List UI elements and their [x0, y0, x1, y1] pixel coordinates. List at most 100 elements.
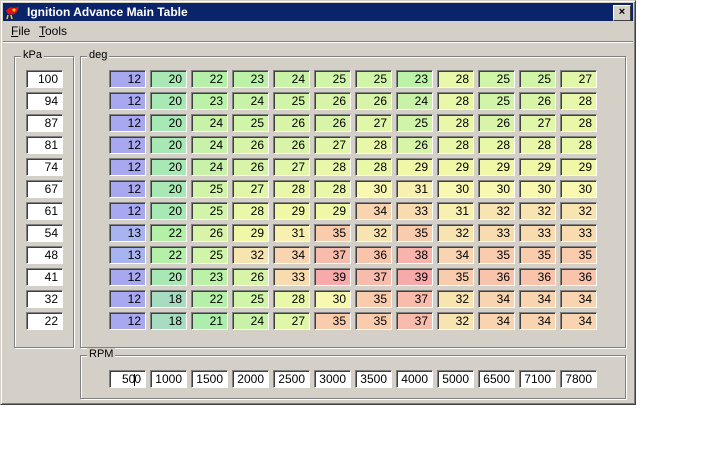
table-cell[interactable]: 34 [560, 312, 597, 330]
table-cell[interactable]: 38 [396, 246, 433, 264]
table-cell[interactable]: 26 [314, 92, 351, 110]
table-cell[interactable]: 34 [519, 290, 556, 308]
table-cell[interactable]: 12 [109, 92, 146, 110]
rpm-input[interactable]: 4000 [396, 370, 433, 388]
table-cell[interactable]: 24 [273, 70, 310, 88]
table-cell[interactable]: 26 [273, 114, 310, 132]
table-cell[interactable]: 35 [396, 224, 433, 242]
table-cell[interactable]: 34 [355, 202, 392, 220]
kpa-input[interactable]: 94 [26, 92, 63, 110]
table-cell[interactable]: 30 [437, 180, 474, 198]
table-cell[interactable]: 27 [560, 70, 597, 88]
table-cell[interactable]: 34 [273, 246, 310, 264]
table-cell[interactable]: 39 [314, 268, 351, 286]
table-cell[interactable]: 27 [273, 158, 310, 176]
table-cell[interactable]: 26 [232, 158, 269, 176]
table-cell[interactable]: 13 [109, 246, 146, 264]
table-cell[interactable]: 37 [314, 246, 351, 264]
table-cell[interactable]: 26 [478, 114, 515, 132]
table-cell[interactable]: 28 [314, 158, 351, 176]
table-cell[interactable]: 29 [314, 202, 351, 220]
table-cell[interactable]: 22 [150, 246, 187, 264]
kpa-input[interactable]: 32 [26, 290, 63, 308]
table-cell[interactable]: 32 [519, 202, 556, 220]
table-cell[interactable]: 33 [273, 268, 310, 286]
table-cell[interactable]: 35 [478, 246, 515, 264]
rpm-input[interactable]: 6500 [478, 370, 515, 388]
table-cell[interactable]: 35 [560, 246, 597, 264]
table-cell[interactable]: 21 [191, 312, 228, 330]
table-cell[interactable]: 27 [314, 136, 351, 154]
table-cell[interactable]: 12 [109, 158, 146, 176]
table-cell[interactable]: 28 [560, 114, 597, 132]
rpm-input[interactable]: 2000 [232, 370, 269, 388]
table-cell[interactable]: 25 [232, 290, 269, 308]
kpa-input[interactable]: 81 [26, 136, 63, 154]
table-cell[interactable]: 28 [314, 180, 351, 198]
table-cell[interactable]: 37 [396, 312, 433, 330]
table-cell[interactable]: 27 [232, 180, 269, 198]
table-cell[interactable]: 28 [560, 136, 597, 154]
table-cell[interactable]: 28 [273, 180, 310, 198]
table-cell[interactable]: 33 [519, 224, 556, 242]
table-cell[interactable]: 18 [150, 290, 187, 308]
kpa-input[interactable]: 48 [26, 246, 63, 264]
table-cell[interactable]: 28 [437, 92, 474, 110]
table-cell[interactable]: 36 [355, 246, 392, 264]
table-cell[interactable]: 28 [519, 136, 556, 154]
table-cell[interactable]: 29 [396, 158, 433, 176]
rpm-input[interactable]: 5000 [437, 370, 474, 388]
kpa-input[interactable]: 87 [26, 114, 63, 132]
table-cell[interactable]: 20 [150, 268, 187, 286]
table-cell[interactable]: 35 [314, 312, 351, 330]
table-cell[interactable]: 28 [478, 136, 515, 154]
rpm-input[interactable]: 7100 [519, 370, 556, 388]
table-cell[interactable]: 29 [437, 158, 474, 176]
table-cell[interactable]: 24 [232, 312, 269, 330]
table-cell[interactable]: 20 [150, 92, 187, 110]
table-cell[interactable]: 12 [109, 268, 146, 286]
table-cell[interactable]: 33 [560, 224, 597, 242]
rpm-input[interactable]: 1500 [191, 370, 228, 388]
table-cell[interactable]: 22 [191, 70, 228, 88]
table-cell[interactable]: 24 [191, 136, 228, 154]
table-cell[interactable]: 30 [314, 290, 351, 308]
table-cell[interactable]: 28 [560, 92, 597, 110]
table-cell[interactable]: 29 [232, 224, 269, 242]
table-cell[interactable]: 26 [314, 114, 351, 132]
table-cell[interactable]: 26 [191, 224, 228, 242]
table-cell[interactable]: 24 [396, 92, 433, 110]
rpm-input[interactable]: 2500 [273, 370, 310, 388]
table-cell[interactable]: 12 [109, 290, 146, 308]
kpa-input[interactable]: 61 [26, 202, 63, 220]
table-cell[interactable]: 36 [519, 268, 556, 286]
table-cell[interactable]: 29 [560, 158, 597, 176]
table-cell[interactable]: 36 [560, 268, 597, 286]
table-cell[interactable]: 32 [478, 202, 515, 220]
table-cell[interactable]: 20 [150, 158, 187, 176]
table-cell[interactable]: 12 [109, 312, 146, 330]
table-cell[interactable]: 20 [150, 202, 187, 220]
table-cell[interactable]: 31 [437, 202, 474, 220]
table-cell[interactable]: 12 [109, 114, 146, 132]
table-cell[interactable]: 25 [396, 114, 433, 132]
rpm-input[interactable]: 7800 [560, 370, 597, 388]
table-cell[interactable]: 24 [232, 92, 269, 110]
kpa-input[interactable]: 54 [26, 224, 63, 242]
table-cell[interactable]: 29 [478, 158, 515, 176]
table-cell[interactable]: 27 [519, 114, 556, 132]
table-cell[interactable]: 34 [478, 312, 515, 330]
table-cell[interactable]: 35 [355, 290, 392, 308]
menu-file[interactable]: File [11, 22, 30, 40]
table-cell[interactable]: 20 [150, 136, 187, 154]
table-cell[interactable]: 34 [519, 312, 556, 330]
table-cell[interactable]: 12 [109, 202, 146, 220]
table-cell[interactable]: 26 [519, 92, 556, 110]
table-cell[interactable]: 25 [478, 70, 515, 88]
table-cell[interactable]: 28 [232, 202, 269, 220]
table-cell[interactable]: 35 [314, 224, 351, 242]
table-cell[interactable]: 12 [109, 180, 146, 198]
table-cell[interactable]: 26 [232, 268, 269, 286]
table-cell[interactable]: 24 [191, 114, 228, 132]
table-cell[interactable]: 25 [478, 92, 515, 110]
